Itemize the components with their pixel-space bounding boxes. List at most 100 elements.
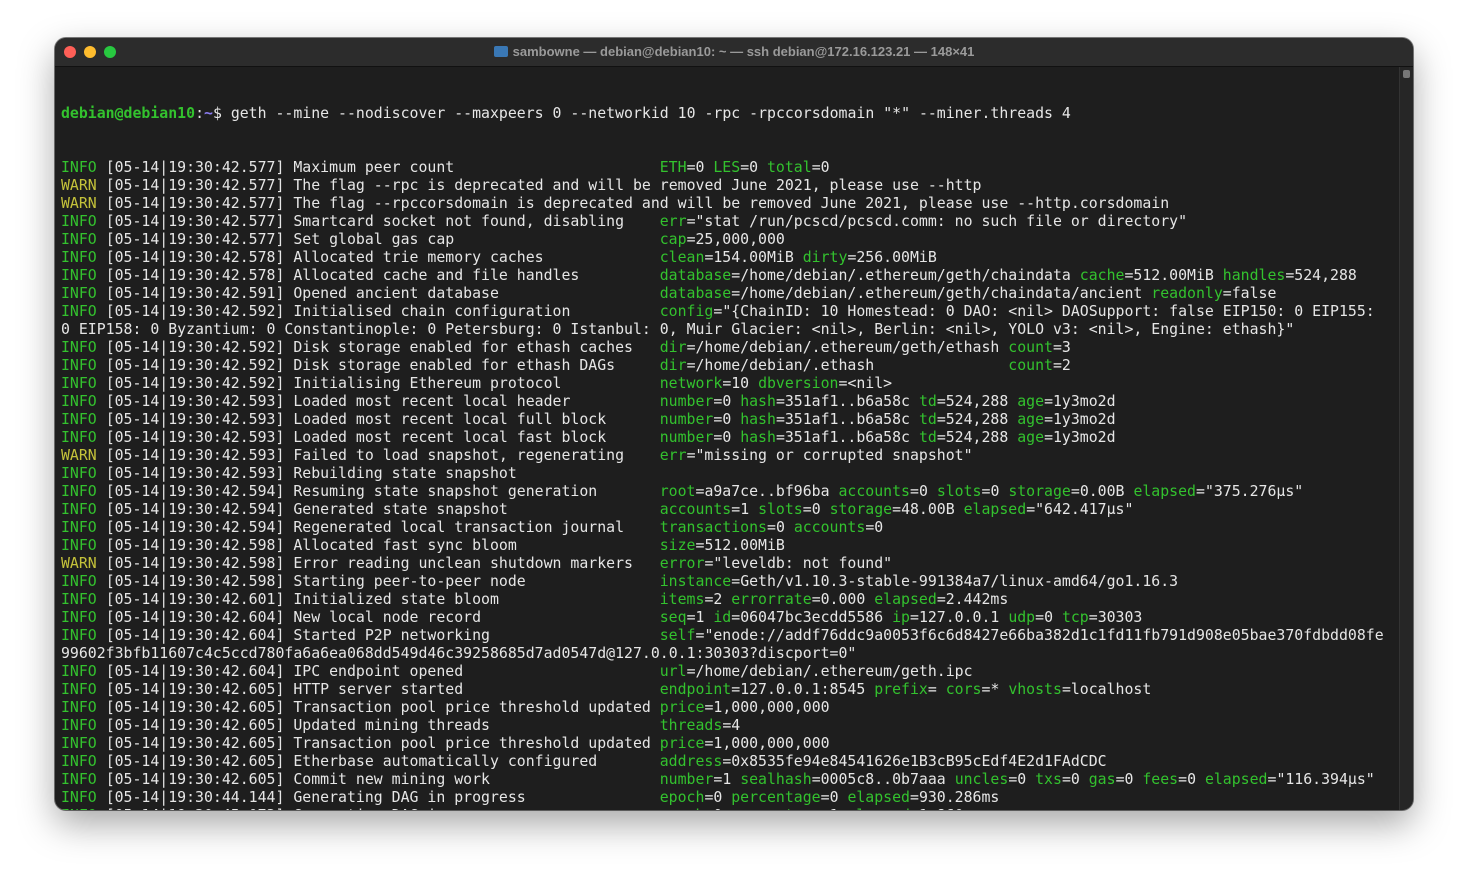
log-key: address: [659, 752, 723, 770]
log-value: 0: [1044, 608, 1053, 626]
log-value: 1,000,000,000: [713, 734, 830, 752]
log-timestamp: [05-14|19:30:42.604]: [105, 662, 285, 680]
log-line: INFO [05-14|19:30:42.594] Generated stat…: [61, 500, 1134, 518]
log-level: INFO: [61, 266, 97, 284]
log-key: cors: [945, 680, 982, 698]
log-timestamp: [05-14|19:30:42.594]: [105, 518, 285, 536]
log-value: 0: [918, 482, 928, 500]
log-level: INFO: [61, 464, 97, 482]
prompt-symbol: $: [212, 104, 231, 122]
log-value: 0: [722, 410, 732, 428]
log-value: localhost: [1070, 680, 1152, 698]
log-level: INFO: [61, 608, 97, 626]
log-level: INFO: [61, 248, 97, 266]
log-key: dirty: [802, 248, 848, 266]
log-key: elapsed: [1204, 770, 1268, 788]
log-key: count: [1008, 356, 1053, 374]
log-line: INFO [05-14|19:30:42.593] Loaded most re…: [61, 410, 1116, 428]
log-level: INFO: [61, 284, 97, 302]
log-line: INFO [05-14|19:30:42.592] Disk storage e…: [61, 338, 1071, 356]
log-key: prefix: [874, 680, 928, 698]
log-key: elapsed: [847, 806, 910, 810]
log-level: INFO: [61, 572, 97, 590]
log-value: 524,288: [945, 428, 1009, 446]
log-line: INFO [05-14|19:30:42.601] Initialized st…: [61, 590, 1009, 608]
log-timestamp: [05-14|19:30:42.592]: [105, 356, 285, 374]
log-value: 0: [713, 788, 723, 806]
log-key: threads: [659, 716, 723, 734]
log-message: New local node record: [293, 608, 482, 626]
log-value: *: [990, 680, 1000, 698]
log-key: accounts: [838, 482, 911, 500]
log-timestamp: [05-14|19:30:42.593]: [105, 446, 285, 464]
log-key: td: [918, 428, 937, 446]
log-value: 256.00MiB: [856, 248, 937, 266]
log-value: 0.00B: [1079, 482, 1125, 500]
log-message: Generating DAG in progress: [293, 788, 526, 806]
log-value: 0: [775, 518, 785, 536]
command-line: debian@debian10:~$ geth --mine --nodisco…: [61, 104, 1071, 122]
log-key: hash: [740, 410, 776, 428]
log-timestamp: [05-14|19:30:42.605]: [105, 752, 285, 770]
log-message: Regenerated local transaction journal: [293, 518, 625, 536]
log-key: error: [659, 554, 705, 572]
log-value: 0: [1017, 770, 1027, 788]
log-key: self: [659, 626, 696, 644]
log-line: INFO [05-14|19:30:42.605] Transaction po…: [61, 698, 830, 716]
title-bar: sambowne — debian@debian10: ~ — ssh debi…: [55, 38, 1413, 67]
log-key: errorrate: [731, 590, 812, 608]
log-key: price: [659, 734, 705, 752]
log-timestamp: [05-14|19:30:42.577]: [105, 230, 285, 248]
log-message: The flag --rpccorsdomain is deprecated a…: [293, 194, 1170, 212]
terminal-output[interactable]: debian@debian10:~$ geth --mine --nodisco…: [61, 68, 1401, 810]
log-value: /home/debian/.ethereum/geth.ipc: [695, 662, 973, 680]
log-timestamp: [05-14|19:30:42.577]: [105, 212, 285, 230]
log-line: INFO [05-14|19:30:42.594] Regenerated lo…: [61, 518, 884, 536]
log-key: percentage: [731, 788, 821, 806]
log-value: <nil>: [847, 374, 893, 392]
log-timestamp: [05-14|19:30:42.601]: [105, 590, 285, 608]
scrollbar-thumb[interactable]: [1403, 70, 1410, 78]
log-value: 351af1..b6a58c: [784, 410, 910, 428]
log-level: INFO: [61, 230, 97, 248]
log-message: Error reading unclean shutdown markers: [293, 554, 633, 572]
log-key: number: [659, 770, 714, 788]
log-message: Set global gas cap: [293, 230, 455, 248]
log-value: 0: [990, 482, 1000, 500]
folder-icon: [493, 46, 508, 57]
log-value: 512.00MiB: [704, 536, 785, 554]
log-message: Etherbase automatically configured: [293, 752, 598, 770]
log-value: 351af1..b6a58c: [784, 392, 910, 410]
log-timestamp: [05-14|19:30:42.592]: [105, 302, 285, 320]
log-line: INFO [05-14|19:30:42.592] Initialising E…: [61, 374, 893, 392]
log-value: "stat /run/pcscd/pcscd.comm: no such fil…: [695, 212, 1188, 230]
log-line: INFO [05-14|19:30:42.577] Set global gas…: [61, 230, 785, 248]
log-message: Smartcard socket not found, disabling: [293, 212, 625, 230]
log-value: "leveldb: not found": [713, 554, 893, 572]
log-key: database: [659, 284, 732, 302]
log-key: price: [659, 698, 705, 716]
log-line: INFO [05-14|19:30:42.593] Loaded most re…: [61, 428, 1116, 446]
log-key: dir: [659, 356, 687, 374]
log-value: 930.286ms: [918, 788, 1000, 806]
log-value: 2: [1061, 356, 1071, 374]
log-level: WARN: [61, 554, 97, 572]
log-timestamp: [05-14|19:30:44.144]: [105, 788, 285, 806]
log-value: /home/debian/.ethash: [695, 356, 1000, 374]
log-line: INFO [05-14|19:30:42.605] Etherbase auto…: [61, 752, 1107, 770]
log-timestamp: [05-14|19:30:42.598]: [105, 554, 285, 572]
log-value: 3: [1061, 338, 1071, 356]
log-key: sealhash: [740, 770, 812, 788]
log-timestamp: [05-14|19:30:42.605]: [105, 734, 285, 752]
scrollbar[interactable]: [1399, 67, 1413, 810]
log-line: INFO [05-14|19:30:44.144] Generating DAG…: [61, 788, 1000, 806]
log-message: Loaded most recent local full block: [293, 410, 607, 428]
log-key: elapsed: [874, 590, 937, 608]
log-line: INFO [05-14|19:30:42.593] Rebuilding sta…: [61, 464, 1384, 482]
log-message: Initialized state bloom: [293, 590, 499, 608]
log-value: 0: [722, 392, 732, 410]
log-key: err: [659, 212, 687, 230]
log-timestamp: [05-14|19:30:42.578]: [105, 248, 285, 266]
log-line: INFO [05-14|19:30:42.577] Smartcard sock…: [61, 212, 1188, 230]
log-value: Geth/v1.10.3-stable-991384a7/linux-amd64…: [740, 572, 1179, 590]
